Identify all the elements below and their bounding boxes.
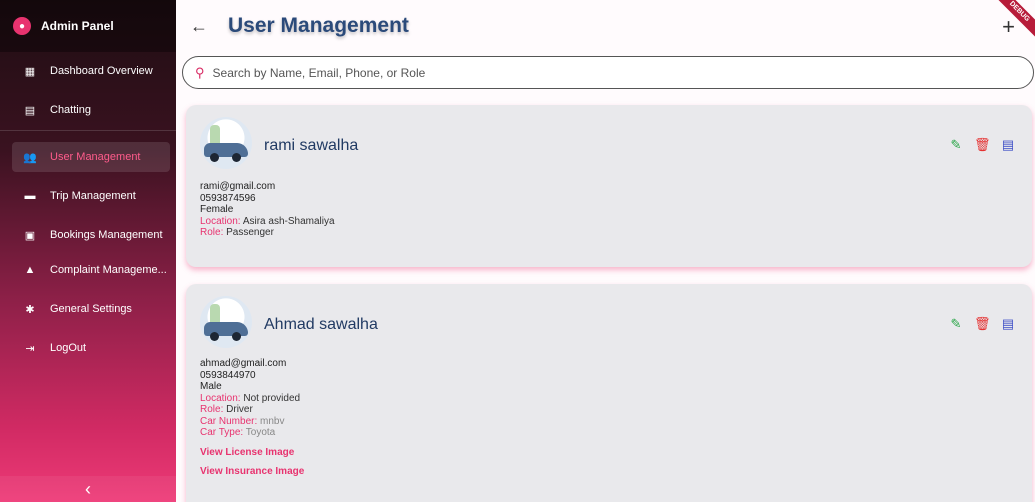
user-name: Ahmad sawalha xyxy=(264,316,378,333)
view-license-image-link[interactable]: View License Image xyxy=(200,447,304,459)
user-gender: Male xyxy=(200,381,222,392)
collapse-sidebar-button[interactable]: ‹ xyxy=(0,476,176,502)
user-car-number: Car Number: mnbv xyxy=(200,415,285,427)
user-card: Ahmad sawalha ✎ 🗑 ▤ ahmad@gmail.com 0593… xyxy=(186,284,1032,502)
sidebar-title: Admin Panel xyxy=(41,19,114,33)
chevron-left-icon: ‹ xyxy=(85,478,91,499)
dashboard-icon: ▦ xyxy=(24,65,36,78)
main-content: ← User Management + DEBUG ⚲ rami sawalha… xyxy=(176,0,1035,502)
people-icon: 👥 xyxy=(23,151,37,164)
avatar xyxy=(200,296,252,348)
sidebar-item-label: Bookings Management xyxy=(50,229,163,241)
message-icon[interactable]: ▤ xyxy=(1000,316,1016,332)
car-icon: ▬ xyxy=(24,190,36,202)
avatar xyxy=(200,117,252,169)
search-input[interactable] xyxy=(212,65,993,80)
sidebar-divider xyxy=(0,130,176,131)
sidebar-item-label: User Management xyxy=(50,151,141,163)
calendar-icon: ▣ xyxy=(24,229,36,242)
admin-logo-icon: ● xyxy=(13,17,31,35)
user-actions: ✎ 🗑 ▤ xyxy=(948,137,1016,153)
user-card: rami sawalha ✎ 🗑 ▤ rami@gmail.com 059387… xyxy=(186,105,1032,267)
sidebar-item-label: LogOut xyxy=(50,342,87,354)
user-gender: Female xyxy=(200,204,234,215)
view-insurance-image-link[interactable]: View Insurance Image xyxy=(200,466,304,478)
user-email: rami@gmail.com xyxy=(200,181,276,192)
sidebar-item-label: Chatting xyxy=(50,104,91,116)
back-button[interactable]: ← xyxy=(190,16,208,37)
warning-icon: ▲ xyxy=(24,264,36,276)
sidebar-item-bookings-management[interactable]: ▣ Bookings Management xyxy=(12,220,170,250)
sidebar-item-trip-management[interactable]: ▬ Trip Management xyxy=(12,181,170,211)
sidebar-item-dashboard-overview[interactable]: ▦ Dashboard Overview xyxy=(12,56,170,86)
user-role: Role: Passenger xyxy=(200,227,274,238)
sidebar: ● Admin Panel ▦ Dashboard Overview ▤ Cha… xyxy=(0,0,176,502)
delete-icon[interactable]: 🗑 xyxy=(974,316,991,332)
sidebar-header: ● Admin Panel xyxy=(0,0,176,52)
gear-icon: ✱ xyxy=(25,303,35,316)
sidebar-item-label: Dashboard Overview xyxy=(50,65,153,77)
user-location: Location: Not provided xyxy=(200,392,301,404)
sidebar-item-user-management[interactable]: 👥 User Management xyxy=(12,142,170,172)
sidebar-item-label: General Settings xyxy=(50,303,132,315)
edit-icon[interactable]: ✎ xyxy=(948,137,964,153)
user-phone: 0593874596 xyxy=(200,192,256,204)
sidebar-item-chatting[interactable]: ▤ Chatting xyxy=(12,95,170,125)
search-bar[interactable]: ⚲ xyxy=(182,56,1034,89)
user-location: Location: Asira ash-Shamaliya xyxy=(200,215,335,227)
sidebar-item-logout[interactable]: ⇥ LogOut xyxy=(12,333,170,363)
app-bar: ← User Management + DEBUG xyxy=(176,0,1035,52)
sidebar-item-general-settings[interactable]: ✱ General Settings xyxy=(12,294,170,324)
user-email: ahmad@gmail.com xyxy=(200,358,287,369)
delete-icon[interactable]: 🗑 xyxy=(974,137,991,153)
user-phone: 0593844970 xyxy=(200,369,256,381)
user-role: Role: Driver xyxy=(200,404,253,415)
edit-icon[interactable]: ✎ xyxy=(948,316,964,332)
message-icon[interactable]: ▤ xyxy=(1000,137,1016,153)
add-user-button[interactable]: + xyxy=(1002,14,1015,40)
user-details: rami@gmail.com 0593874596 Female Locatio… xyxy=(200,181,335,239)
sidebar-item-label: Complaint Manageme... xyxy=(50,264,167,276)
user-details: ahmad@gmail.com 0593844970 Male Location… xyxy=(200,358,304,478)
user-name: rami sawalha xyxy=(264,137,359,154)
sidebar-item-complaint-management[interactable]: ▲ Complaint Manageme... xyxy=(12,255,170,285)
user-car-type: Car Type: Toyota xyxy=(200,427,276,438)
sidebar-item-label: Trip Management xyxy=(50,190,136,202)
search-icon: ⚲ xyxy=(195,64,205,80)
logout-icon: ⇥ xyxy=(25,342,35,355)
user-actions: ✎ 🗑 ▤ xyxy=(948,316,1016,332)
chat-icon: ▤ xyxy=(24,104,36,117)
page-title: User Management xyxy=(228,14,409,37)
